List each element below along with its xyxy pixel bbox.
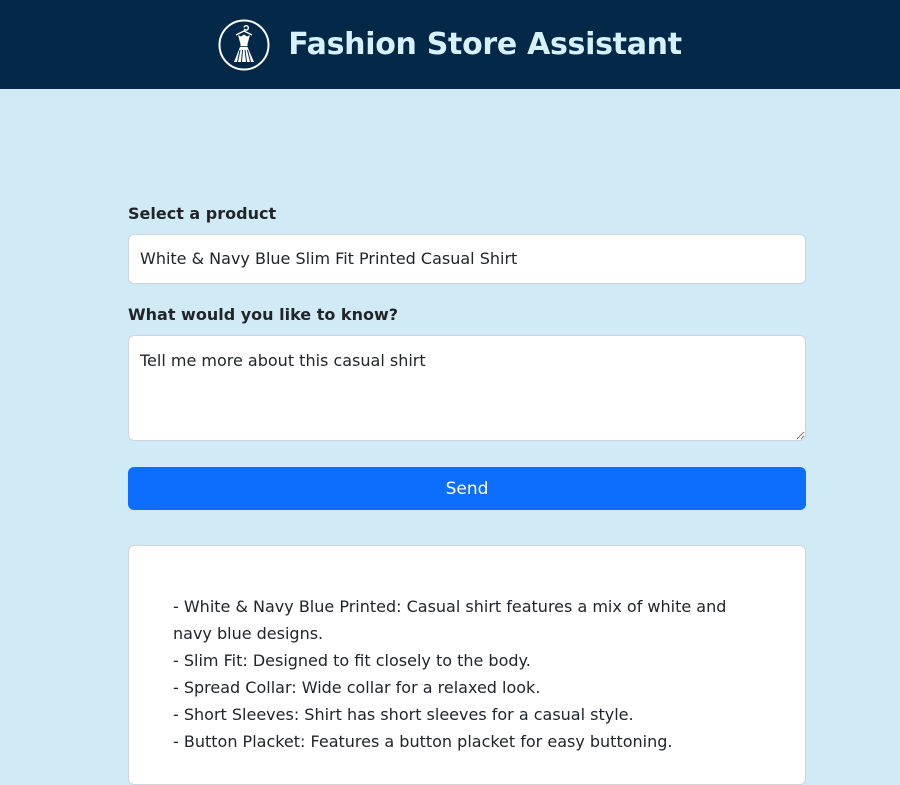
- app-header: Fashion Store Assistant: [0, 0, 900, 89]
- product-select-label: Select a product: [128, 204, 277, 223]
- app-title: Fashion Store Assistant: [288, 27, 682, 62]
- response-line: - Short Sleeves: Shirt has short sleeves…: [173, 705, 634, 724]
- dress-hanger-icon: [218, 19, 270, 70]
- response-card: - White & Navy Blue Printed: Casual shir…: [128, 545, 806, 785]
- response-line: navy blue designs.: [173, 624, 324, 643]
- product-select[interactable]: White & Navy Blue Slim Fit Printed Casua…: [128, 234, 806, 284]
- question-label: What would you like to know?: [128, 305, 399, 324]
- response-line: - Button Placket: Features a button plac…: [173, 732, 673, 751]
- response-line: - Slim Fit: Designed to fit closely to t…: [173, 651, 531, 670]
- response-line: - White & Navy Blue Printed: Casual shir…: [173, 597, 727, 616]
- question-textarea[interactable]: Tell me more about this casual shirt: [128, 335, 806, 441]
- assistant-form: Select a product White & Navy Blue Slim …: [128, 204, 806, 785]
- response-line: - Spread Collar: Wide collar for a relax…: [173, 678, 541, 697]
- send-button[interactable]: Send: [128, 467, 806, 510]
